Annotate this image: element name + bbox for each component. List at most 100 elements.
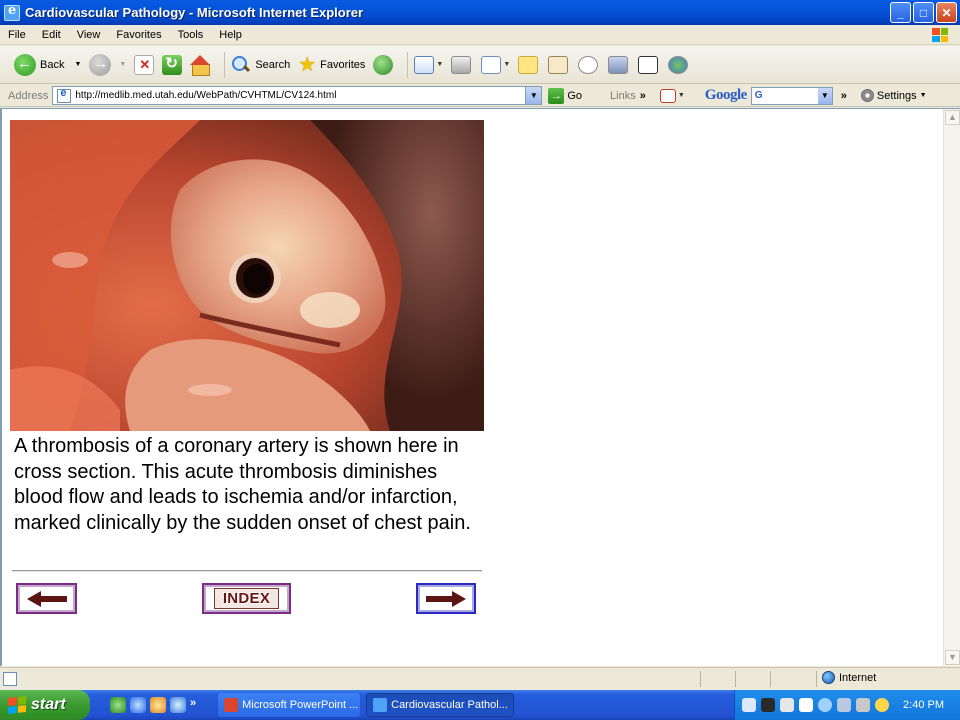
tools-icon[interactable] [608, 55, 629, 74]
refresh-button[interactable] [162, 50, 183, 80]
google-settings-button[interactable]: Settings ▼ [860, 89, 927, 102]
favorites-label: Favorites [320, 58, 366, 71]
clock[interactable]: 2:40 PM [903, 699, 944, 711]
media-button[interactable] [373, 50, 394, 80]
tray-printer-icon[interactable] [837, 698, 852, 712]
quicklaunch-chevron-icon[interactable]: » [190, 697, 196, 713]
google-more-chevron-icon[interactable]: » [841, 90, 847, 102]
quicklaunch-ie-icon[interactable] [130, 697, 146, 713]
forward-dropdown-icon[interactable]: ▼ [119, 61, 126, 68]
google-search-input[interactable]: G ▼ [750, 86, 833, 105]
divider [12, 570, 482, 572]
window-title-bar[interactable]: Cardiovascular Pathology - Microsoft Int… [0, 0, 960, 25]
back-dropdown-icon[interactable]: ▼ [74, 61, 81, 68]
taskbar: start » Microsoft PowerPoint ... Cardiov… [0, 690, 960, 720]
status-bar: Internet [0, 667, 960, 689]
forward-button[interactable]: ▼ [89, 50, 126, 80]
mail-icon[interactable] [414, 55, 435, 74]
scroll-down-icon[interactable]: ▼ [945, 650, 960, 665]
tray-alert-icon[interactable] [875, 698, 890, 712]
edit-dropdown-icon[interactable]: ▼ [503, 61, 510, 68]
settings-dropdown-icon: ▼ [919, 92, 927, 99]
quicklaunch-outlook-icon[interactable] [170, 697, 186, 713]
back-arrow-icon [14, 53, 36, 76]
google-search-dropdown-icon[interactable]: ▼ [817, 87, 832, 104]
menu-tools[interactable]: Tools [170, 29, 212, 41]
go-label: Go [567, 89, 583, 102]
tray-display-icon[interactable] [761, 698, 776, 712]
windows-flag-icon [926, 26, 954, 44]
status-separator [816, 671, 817, 687]
links-label[interactable]: Links [610, 90, 636, 102]
back-button[interactable]: Back ▼ [14, 50, 81, 80]
windows-start-icon [8, 696, 26, 714]
status-separator [770, 671, 771, 687]
page-status-icon [3, 671, 17, 686]
taskbar-item-powerpoint[interactable]: Microsoft PowerPoint ... [218, 693, 361, 717]
refresh-icon [162, 54, 183, 75]
menu-edit[interactable]: Edit [34, 29, 69, 41]
right-arrow-icon [426, 590, 466, 607]
pdf-toolbar-icon[interactable] [659, 88, 676, 103]
coronary-artery-image [10, 120, 484, 431]
go-arrow-icon: → [548, 87, 565, 104]
mail-dropdown-icon[interactable]: ▼ [436, 61, 443, 68]
page-content: A thrombosis of a coronary artery is sho… [0, 108, 960, 666]
go-button[interactable]: → Go [548, 87, 583, 104]
previous-page-button[interactable] [16, 583, 77, 614]
previous-button-inner [18, 585, 75, 612]
address-input[interactable]: http://medlib.med.utah.edu/WebPath/CVHTM… [52, 86, 543, 105]
tray-network-icon[interactable] [742, 698, 757, 712]
favorites-star-icon: ★ [298, 53, 317, 76]
tray-volume-icon[interactable] [856, 698, 871, 712]
window-icon[interactable] [638, 55, 659, 74]
google-logo[interactable]: Google [705, 87, 748, 104]
favorites-button[interactable]: ★ Favorites [298, 50, 365, 80]
quicklaunch-media-icon[interactable] [150, 697, 166, 713]
address-url[interactable]: http://medlib.med.utah.edu/WebPath/CVHTM… [75, 90, 336, 101]
quicklaunch-msn-icon[interactable] [110, 697, 126, 713]
minimize-button[interactable]: _ [890, 2, 911, 23]
history-icon [373, 54, 394, 75]
home-button[interactable] [190, 50, 211, 80]
taskbar-item-internet-explorer[interactable]: Cardiovascular Pathol... [366, 693, 515, 717]
settings-gear-icon [860, 89, 874, 102]
status-separator [700, 671, 701, 687]
tray-security-icon[interactable] [799, 698, 814, 712]
start-button[interactable]: start [0, 690, 90, 720]
next-page-button[interactable] [416, 583, 476, 614]
security-zone[interactable]: Internet [822, 671, 876, 684]
standard-toolbar: Back ▼ ▼ Search ★ Favorites ▼ ▼ [0, 46, 960, 84]
vertical-scrollbar[interactable]: ▲ ▼ [943, 109, 960, 666]
edit-word-icon[interactable] [481, 55, 502, 74]
back-label: Back [40, 58, 65, 71]
pdf-dropdown-icon[interactable]: ▼ [678, 92, 685, 99]
messenger-icon[interactable] [578, 55, 599, 74]
search-label: Search [255, 58, 291, 71]
search-icon [231, 55, 251, 75]
ie-app-icon[interactable] [4, 3, 20, 21]
stop-button[interactable] [134, 50, 155, 80]
notes-icon[interactable] [518, 55, 539, 74]
address-dropdown-icon[interactable]: ▼ [525, 87, 542, 104]
menu-file[interactable]: File [0, 29, 34, 41]
tray-pen-icon[interactable] [780, 698, 795, 712]
menu-favorites[interactable]: Favorites [108, 29, 169, 41]
index-button[interactable]: INDEX [202, 583, 291, 614]
search-button[interactable]: Search [231, 50, 290, 80]
window-controls: _ □ ✕ [890, 2, 957, 23]
print-icon[interactable] [451, 55, 472, 74]
maximize-button[interactable]: □ [913, 2, 934, 23]
links-chevron-icon[interactable]: » [640, 90, 646, 102]
scroll-up-icon[interactable]: ▲ [945, 110, 960, 125]
menu-view[interactable]: View [69, 29, 109, 41]
page-icon [57, 87, 72, 103]
close-button[interactable]: ✕ [936, 2, 957, 23]
address-bar: Address http://medlib.med.utah.edu/WebPa… [0, 85, 960, 107]
research-icon[interactable] [548, 55, 569, 74]
tray-back-icon[interactable] [818, 698, 833, 712]
menu-help[interactable]: Help [211, 29, 250, 41]
msn-icon[interactable] [668, 55, 689, 74]
coronary-artery-photo [10, 120, 484, 431]
index-button-inner: INDEX [204, 585, 289, 612]
